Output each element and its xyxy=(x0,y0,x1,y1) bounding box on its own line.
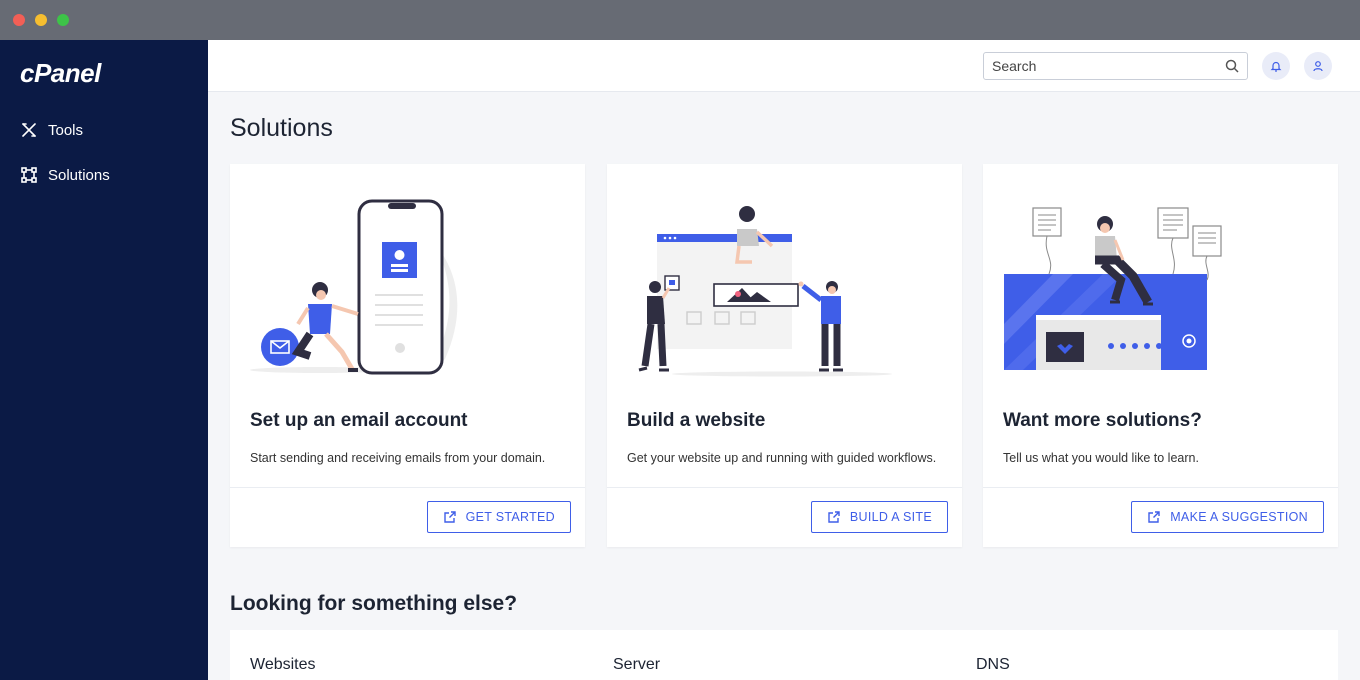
make-a-suggestion-button[interactable]: MAKE A SUGGESTION xyxy=(1131,501,1324,533)
card-title: Set up an email account xyxy=(250,410,468,431)
section-title: Looking for something else? xyxy=(230,592,518,615)
window-titlebar xyxy=(0,0,1360,40)
card-divider xyxy=(607,487,962,488)
category-dns[interactable]: DNS xyxy=(976,656,1010,674)
bell-icon xyxy=(1270,61,1282,72)
solutions-icon xyxy=(21,167,37,183)
card-divider xyxy=(983,487,1338,488)
category-websites[interactable]: Websites xyxy=(250,656,316,674)
sidebar-item-label: Solutions xyxy=(48,166,110,184)
suggestion-illustration xyxy=(1004,207,1222,370)
website-illustration xyxy=(638,206,892,377)
close-window-button[interactable] xyxy=(13,14,25,26)
minimize-window-button[interactable] xyxy=(35,14,47,26)
external-link-icon xyxy=(443,511,456,523)
build-a-site-button[interactable]: BUILD A SITE xyxy=(810,501,948,533)
more-solutions-card: Want more solutions? Tell us what you wo… xyxy=(983,164,1338,547)
categories-panel: Websites Server DNS xyxy=(230,630,1338,680)
external-link-icon xyxy=(1148,511,1160,523)
card-title: Build a website xyxy=(627,410,766,431)
page-title: Solutions xyxy=(230,114,333,142)
button-label: GET STARTED xyxy=(465,510,555,524)
card-description: Get your website up and running with gui… xyxy=(627,451,937,465)
button-label: BUILD A SITE xyxy=(849,510,932,524)
notifications-button[interactable] xyxy=(1262,52,1290,80)
cpanel-logo[interactable]: cPanel xyxy=(20,58,101,89)
user-icon xyxy=(1313,61,1323,72)
card-description: Start sending and receiving emails from … xyxy=(250,451,546,465)
card-divider xyxy=(230,487,585,488)
search-box xyxy=(983,52,1248,80)
user-menu-button[interactable] xyxy=(1304,52,1332,80)
top-bar xyxy=(208,40,1360,92)
sidebar-item-tools[interactable]: Tools xyxy=(20,118,83,142)
get-started-button[interactable]: GET STARTED xyxy=(426,501,571,533)
search-icon[interactable] xyxy=(1225,59,1239,73)
sidebar: cPanel Tools Solutions xyxy=(0,40,208,680)
category-server[interactable]: Server xyxy=(613,656,660,674)
email-account-card: Set up an email account Start sending an… xyxy=(230,164,585,547)
card-title: Want more solutions? xyxy=(1003,410,1202,431)
email-illustration xyxy=(250,199,458,375)
sidebar-item-label: Tools xyxy=(48,121,84,139)
search-input[interactable] xyxy=(984,53,1214,79)
build-website-card: Build a website Get your website up and … xyxy=(607,164,962,547)
external-link-icon xyxy=(828,511,840,523)
tools-icon xyxy=(22,123,36,137)
maximize-window-button[interactable] xyxy=(57,14,69,26)
main-content: Solutions Set up an email account Start … xyxy=(208,92,1360,680)
button-label: MAKE A SUGGESTION xyxy=(1170,510,1308,524)
card-description: Tell us what you would like to learn. xyxy=(1003,451,1199,465)
sidebar-item-solutions[interactable]: Solutions xyxy=(20,163,110,187)
